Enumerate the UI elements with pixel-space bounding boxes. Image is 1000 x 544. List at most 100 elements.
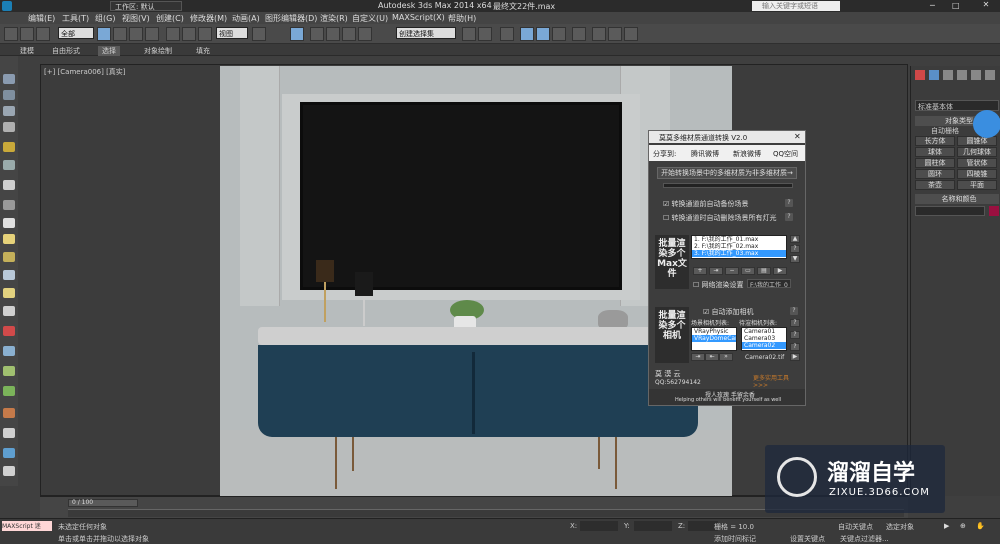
- share-tencent-link[interactable]: 腾讯微博: [691, 149, 719, 159]
- tool-icon[interactable]: [3, 288, 15, 298]
- file-list-button[interactable]: ▲: [790, 235, 800, 243]
- output-file-label[interactable]: Camera02.tif: [745, 354, 784, 361]
- add-file-icon[interactable]: +: [693, 267, 707, 275]
- sphere-button[interactable]: 球体: [915, 147, 955, 157]
- camera-item[interactable]: VRayDomeCame: [692, 335, 736, 342]
- menu-edit[interactable]: 编辑(E): [28, 13, 55, 24]
- zoom-icon[interactable]: ⊕: [960, 522, 966, 530]
- dialog-close-button[interactable]: ✕: [794, 132, 801, 141]
- backup-checkbox[interactable]: ☑ 转换通道前自动备份场景: [663, 199, 749, 209]
- select-object-icon[interactable]: [97, 27, 111, 41]
- workspace-dropdown[interactable]: 工作区: 默认: [110, 1, 182, 11]
- camera-item[interactable]: Camera01: [742, 328, 786, 335]
- cone-button[interactable]: 圆锥体: [957, 136, 997, 146]
- set-key-button[interactable]: 设置关键点: [790, 534, 825, 544]
- remove-camera-icon[interactable]: »: [719, 353, 733, 361]
- help-icon[interactable]: ?: [790, 307, 798, 315]
- menu-rendering[interactable]: 渲染(R): [320, 13, 348, 24]
- camera-list-button[interactable]: ?: [790, 343, 800, 351]
- layer-icon[interactable]: [500, 27, 514, 41]
- tool-icon[interactable]: [3, 306, 15, 316]
- open-file-icon[interactable]: ▤: [757, 267, 771, 275]
- reference-coord-dropdown[interactable]: 视图: [216, 27, 248, 39]
- menu-customize[interactable]: 自定义(U): [352, 13, 388, 24]
- tool-icon[interactable]: [3, 122, 15, 132]
- name-color-header[interactable]: 名称和颜色: [915, 194, 999, 204]
- tool-icon[interactable]: [3, 386, 15, 396]
- pivot-icon[interactable]: [252, 27, 266, 41]
- close-button[interactable]: ✕: [973, 0, 999, 12]
- ribbon-tab-object-paint[interactable]: 对象绘制: [144, 46, 172, 56]
- torus-button[interactable]: 圆环: [915, 169, 955, 179]
- share-sina-link[interactable]: 新浪微博: [733, 149, 761, 159]
- menu-view[interactable]: 视图(V): [122, 13, 150, 24]
- named-selection-dropdown[interactable]: 创建选择集: [396, 27, 456, 39]
- angle-snap-icon[interactable]: [326, 27, 340, 41]
- tool-icon[interactable]: [3, 428, 15, 438]
- tool-icon[interactable]: [3, 270, 15, 280]
- menu-maxscript[interactable]: MAXScript(X): [392, 13, 445, 22]
- object-name-field[interactable]: [915, 206, 985, 216]
- menu-modifiers[interactable]: 修改器(M): [190, 13, 227, 24]
- tool-icon[interactable]: [3, 142, 15, 152]
- menu-create[interactable]: 创建(C): [156, 13, 184, 24]
- tool-icon[interactable]: [3, 466, 15, 476]
- search-input[interactable]: 输入关键字或短语: [752, 1, 840, 11]
- key-filters-button[interactable]: 关键点过滤器...: [840, 534, 889, 544]
- move-camera-icon[interactable]: ⇤: [705, 353, 719, 361]
- auto-key-button[interactable]: 自动关键点: [838, 522, 873, 532]
- window-crossing-icon[interactable]: [145, 27, 159, 41]
- hierarchy-tab-icon[interactable]: [943, 70, 953, 80]
- render-camera-list[interactable]: Camera01 Camera03 Camera02: [741, 327, 787, 351]
- menu-help[interactable]: 帮助(H): [448, 13, 476, 24]
- modify-tab-icon[interactable]: [929, 70, 939, 80]
- tube-button[interactable]: 管状体: [957, 158, 997, 168]
- file-item[interactable]: 2. F:\我的工作_02.max: [692, 243, 786, 250]
- teapot-button[interactable]: 茶壶: [915, 180, 955, 190]
- ribbon-tab-freeform[interactable]: 自由形式: [52, 46, 80, 56]
- move-icon[interactable]: [166, 27, 180, 41]
- tool-icon[interactable]: [3, 90, 15, 100]
- tool-icon[interactable]: [3, 366, 15, 376]
- render-camera-icon[interactable]: ▶: [790, 353, 800, 361]
- menu-group[interactable]: 组(G): [95, 13, 115, 24]
- tool-icon[interactable]: [3, 160, 15, 170]
- render-setup-icon[interactable]: [592, 27, 606, 41]
- selection-filter-dropdown[interactable]: 全部: [58, 27, 94, 39]
- mirror-icon[interactable]: [462, 27, 476, 41]
- rect-region-icon[interactable]: [129, 27, 143, 41]
- tool-icon[interactable]: [3, 218, 15, 228]
- motion-tab-icon[interactable]: [957, 70, 967, 80]
- delete-lights-checkbox[interactable]: ☐ 转换通道时自动删除场景所有灯光: [663, 213, 777, 223]
- percent-snap-icon[interactable]: [342, 27, 356, 41]
- render-icon[interactable]: [624, 27, 638, 41]
- camera-item[interactable]: VRayPhysic: [692, 328, 736, 335]
- auto-grid-checkbox[interactable]: 自动栅格: [931, 126, 959, 136]
- clear-files-icon[interactable]: ▭: [741, 267, 755, 275]
- ribbon-tab-populate[interactable]: 填充: [196, 46, 210, 56]
- object-color-swatch[interactable]: [989, 206, 999, 216]
- tool-icon[interactable]: [3, 448, 15, 458]
- file-list-button[interactable]: ▼: [790, 255, 800, 263]
- file-item[interactable]: 1. F:\我的工作_01.max: [692, 236, 786, 243]
- menu-animation[interactable]: 动画(A): [232, 13, 260, 24]
- y-coord-field[interactable]: [634, 521, 672, 531]
- tool-icon[interactable]: [3, 74, 15, 84]
- file-item[interactable]: 3. F:\我的工作_03.max: [692, 250, 786, 257]
- rendered-frame-icon[interactable]: [608, 27, 622, 41]
- x-coord-field[interactable]: [580, 521, 618, 531]
- schematic-view-icon[interactable]: [552, 27, 566, 41]
- net-render-checkbox[interactable]: ☐ 网络渲染设置: [693, 280, 744, 290]
- tool-icon[interactable]: [3, 200, 15, 210]
- camera-item[interactable]: Camera02: [742, 342, 786, 349]
- file-list[interactable]: 1. F:\我的工作_01.max 2. F:\我的工作_02.max 3. F…: [691, 235, 787, 259]
- utilities-tab-icon[interactable]: [985, 70, 995, 80]
- select-by-name-icon[interactable]: [113, 27, 127, 41]
- cylinder-button[interactable]: 圆柱体: [915, 158, 955, 168]
- menu-graph-editors[interactable]: 图形编辑器(D): [265, 13, 317, 24]
- scene-camera-list[interactable]: VRayPhysic VRayDomeCame: [691, 327, 737, 351]
- maxscript-listener[interactable]: MAXScript 迷: [2, 521, 52, 531]
- select-manipulate-icon[interactable]: [290, 27, 304, 41]
- help-icon[interactable]: ?: [785, 199, 793, 207]
- menu-tools[interactable]: 工具(T): [62, 13, 89, 24]
